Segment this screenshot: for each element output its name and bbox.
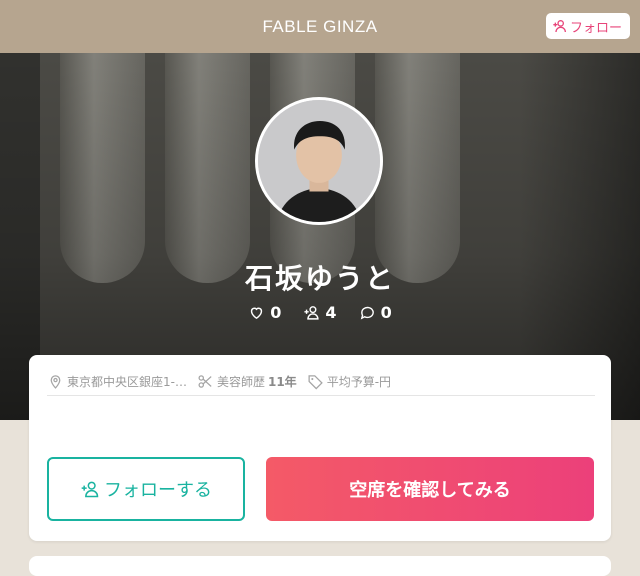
heart-icon (251, 307, 263, 320)
comment-icon (360, 306, 374, 320)
address-text: 東京都中央区銀座1-… (67, 374, 187, 389)
info-row: 東京都中央区銀座1-… 美容師歴 11年 平均予算-円 (47, 367, 595, 396)
price-tag-icon (308, 374, 323, 389)
location-pin-icon (50, 374, 61, 389)
scissors-icon (198, 374, 212, 388)
header-follow-label: フォロー (569, 20, 622, 36)
experience-years: 11年 (267, 374, 297, 389)
avatar (255, 97, 383, 225)
check-availability-button[interactable]: 空席を確認してみる (266, 457, 594, 521)
add-person-icon (81, 481, 99, 498)
likes-count: 0 (270, 303, 282, 322)
budget-text: 平均予算-円 (326, 374, 392, 389)
budget-info: 平均予算-円 (307, 373, 391, 390)
experience-prefix: 美容師歴 (216, 374, 265, 389)
next-card (29, 556, 611, 576)
stylist-name: 石坂ゆうと (244, 262, 395, 295)
followers-stat[interactable]: 4 (303, 303, 337, 322)
header-bar: FABLE GINZA フォロー (0, 0, 640, 53)
salon-name: FABLE GINZA (262, 16, 378, 36)
likes-stat[interactable]: 0 (248, 303, 281, 322)
follow-button[interactable]: フォローする (47, 457, 245, 521)
follow-button-label: フォローする (104, 480, 212, 501)
add-person-icon (304, 306, 320, 320)
comments-count: 0 (380, 303, 392, 322)
experience-info: 美容師歴 11年 (197, 373, 297, 390)
check-availability-label: 空席を確認してみる (349, 480, 511, 501)
add-person-icon (553, 20, 566, 33)
followers-count: 4 (325, 303, 337, 322)
profile-stats: 0 4 0 (0, 303, 640, 322)
address-info[interactable]: 東京都中央区銀座1-… (47, 373, 187, 390)
profile-card: 東京都中央区銀座1-… 美容師歴 11年 平均予算-円 フォローする 空席を確認… (29, 355, 611, 541)
comments-stat[interactable]: 0 (359, 303, 392, 322)
avatar-photo (258, 100, 380, 222)
header-follow-button[interactable]: フォロー (545, 13, 630, 39)
